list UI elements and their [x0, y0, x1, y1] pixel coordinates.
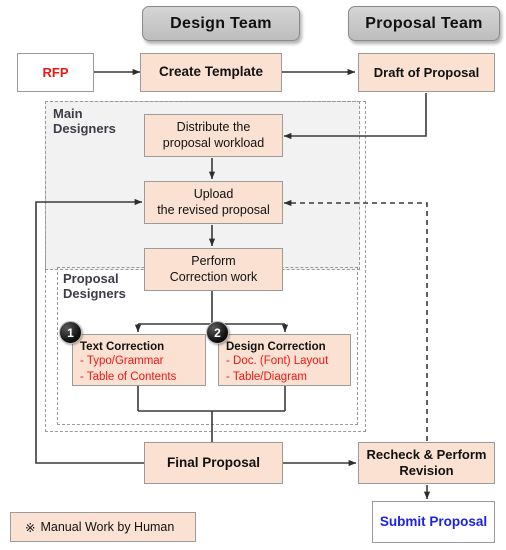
node-recheck-line2: Revision	[399, 463, 454, 478]
badge-number-2: 2	[206, 321, 229, 344]
node-upload-revised-proposal[interactable]: Upload the revised proposal	[144, 181, 283, 224]
node-create-template-label: Create Template	[158, 64, 264, 80]
node-rfp[interactable]: RFP	[17, 53, 94, 92]
design-correction-title: Design Correction	[226, 341, 326, 353]
node-upload-line2: the revised proposal	[157, 202, 270, 217]
node-draft-of-proposal[interactable]: Draft of Proposal	[358, 53, 495, 92]
node-create-template[interactable]: Create Template	[140, 53, 282, 92]
node-final-proposal[interactable]: Final Proposal	[144, 442, 283, 484]
node-submit-proposal[interactable]: Submit Proposal	[372, 501, 495, 543]
lane-label-design-team: Design Team	[170, 14, 272, 32]
badge-number-1: 1	[59, 321, 82, 344]
node-rfp-label: RFP	[42, 64, 69, 80]
node-distribute-workload[interactable]: Distribute the proposal workload	[144, 114, 283, 157]
node-design-correction[interactable]: Design Correction - Doc. (Font) Layout -…	[218, 334, 351, 386]
node-perform-line1: Perform	[191, 254, 236, 269]
legend-symbol: ※	[25, 520, 36, 535]
design-correction-item-1: - Doc. (Font) Layout	[226, 355, 329, 368]
text-correction-item-1: - Typo/Grammar	[80, 355, 164, 368]
node-perform-correction-work[interactable]: Perform Correction work	[144, 248, 283, 291]
node-draft-of-proposal-label: Draft of Proposal	[373, 64, 480, 80]
lane-label-proposal-team: Proposal Team	[365, 14, 483, 32]
text-correction-title: Text Correction	[80, 341, 165, 353]
node-perform-line2: Correction work	[169, 269, 258, 284]
legend-manual-work: ※ Manual Work by Human	[10, 512, 196, 542]
design-correction-item-2: - Table/Diagram	[226, 370, 307, 383]
legend-label: Manual Work by Human	[40, 520, 175, 534]
node-distribute-line1: Distribute the	[176, 120, 251, 135]
text-correction-item-2: - Table of Contents	[80, 370, 177, 383]
node-text-correction[interactable]: Text Correction - Typo/Grammar - Table o…	[72, 334, 206, 386]
flowchart-canvas: Main Designers Proposal Designers Design…	[0, 0, 506, 550]
node-distribute-line2: proposal workload	[162, 135, 265, 150]
node-recheck-line1: Recheck & Perform	[366, 447, 487, 463]
lane-header-design-team: Design Team	[142, 6, 300, 41]
node-submit-proposal-label: Submit Proposal	[379, 513, 488, 529]
node-recheck-perform-revision[interactable]: Recheck & Perform Revision	[358, 442, 495, 484]
node-final-proposal-label: Final Proposal	[166, 454, 261, 470]
node-upload-line1: Upload	[193, 187, 234, 202]
lane-header-proposal-team: Proposal Team	[348, 6, 500, 41]
